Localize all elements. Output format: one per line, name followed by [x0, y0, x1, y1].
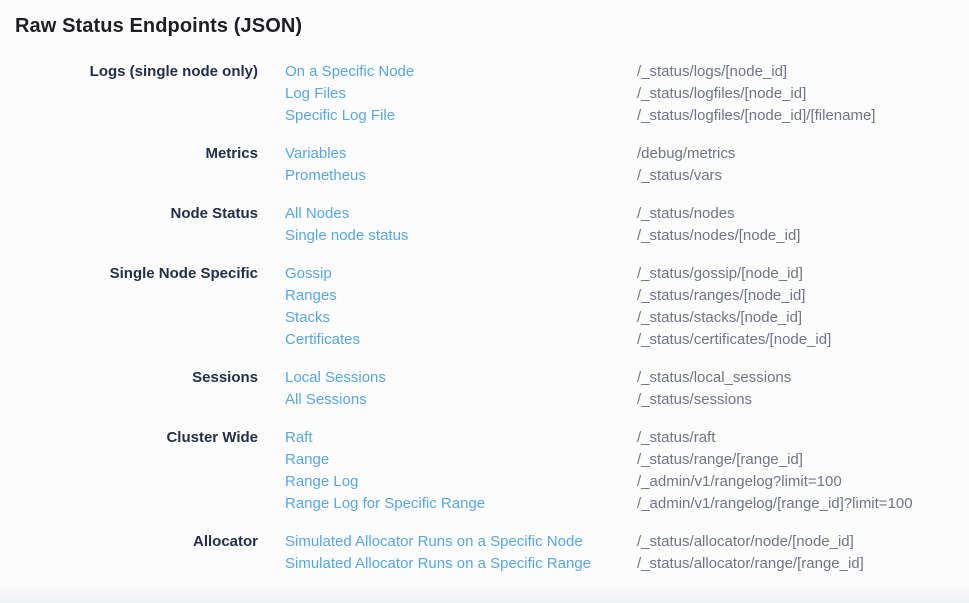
category-label: Single Node Specific — [0, 263, 258, 351]
endpoint-link[interactable]: Ranges — [285, 285, 337, 307]
endpoint-link[interactable]: On a Specific Node — [285, 61, 414, 83]
endpoint-section-row: Single Node Specific GossipRangesStacksC… — [0, 263, 969, 351]
endpoint-sections: Logs (single node only) On a Specific No… — [0, 61, 969, 575]
links-column: Simulated Allocator Runs on a Specific N… — [285, 531, 610, 575]
endpoint-path: /_status/raft — [637, 427, 969, 449]
category-label: Metrics — [0, 143, 258, 187]
endpoint-path: /_status/ranges/[node_id] — [637, 285, 969, 307]
endpoint-link[interactable]: Simulated Allocator Runs on a Specific R… — [285, 553, 591, 575]
paths-column: /_status/raft/_status/range/[range_id]/_… — [637, 427, 969, 515]
endpoint-link[interactable]: Variables — [285, 143, 346, 165]
endpoint-path: /_status/nodes/[node_id] — [637, 225, 969, 247]
endpoint-link[interactable]: Simulated Allocator Runs on a Specific N… — [285, 531, 583, 553]
paths-column: /_status/local_sessions/_status/sessions — [637, 367, 969, 411]
endpoint-path: /_status/range/[range_id] — [637, 449, 969, 471]
endpoint-path: /_status/logs/[node_id] — [637, 61, 969, 83]
endpoint-link[interactable]: Gossip — [285, 263, 332, 285]
links-column: RaftRangeRange LogRange Log for Specific… — [285, 427, 610, 515]
links-column: Local SessionsAll Sessions — [285, 367, 610, 411]
endpoint-link[interactable]: Log Files — [285, 83, 346, 105]
endpoint-path: /_status/allocator/range/[range_id] — [637, 553, 969, 575]
endpoint-link[interactable]: All Nodes — [285, 203, 349, 225]
links-column: VariablesPrometheus — [285, 143, 610, 187]
links-column: All NodesSingle node status — [285, 203, 610, 247]
paths-column: /debug/metrics/_status/vars — [637, 143, 969, 187]
endpoint-link[interactable]: Single node status — [285, 225, 408, 247]
endpoint-link[interactable]: Range — [285, 449, 329, 471]
endpoint-path: /_status/certificates/[node_id] — [637, 329, 969, 351]
paths-column: /_status/allocator/node/[node_id]/_statu… — [637, 531, 969, 575]
category-label: Node Status — [0, 203, 258, 247]
category-label: Logs (single node only) — [0, 61, 258, 127]
endpoint-section-row: Logs (single node only) On a Specific No… — [0, 61, 969, 127]
paths-column: /_status/gossip/[node_id]/_status/ranges… — [637, 263, 969, 351]
endpoint-path: /_status/stacks/[node_id] — [637, 307, 969, 329]
endpoint-path: /_status/logfiles/[node_id] — [637, 83, 969, 105]
footer-strip — [0, 587, 969, 603]
endpoint-section-row: Sessions Local SessionsAll Sessions /_st… — [0, 367, 969, 411]
endpoint-section-row: Metrics VariablesPrometheus /debug/metri… — [0, 143, 969, 187]
endpoint-path: /_admin/v1/rangelog/[range_id]?limit=100 — [637, 493, 969, 515]
paths-column: /_status/nodes/_status/nodes/[node_id] — [637, 203, 969, 247]
endpoint-path: /_status/nodes — [637, 203, 969, 225]
endpoint-link[interactable]: Stacks — [285, 307, 330, 329]
endpoint-link[interactable]: Certificates — [285, 329, 360, 351]
category-label: Sessions — [0, 367, 258, 411]
endpoint-link[interactable]: Range Log — [285, 471, 358, 493]
category-label: Allocator — [0, 531, 258, 575]
endpoint-path: /_status/allocator/node/[node_id] — [637, 531, 969, 553]
endpoint-link[interactable]: All Sessions — [285, 389, 367, 411]
links-column: GossipRangesStacksCertificates — [285, 263, 610, 351]
endpoint-link[interactable]: Prometheus — [285, 165, 366, 187]
endpoint-path: /_status/gossip/[node_id] — [637, 263, 969, 285]
endpoint-section-row: Cluster Wide RaftRangeRange LogRange Log… — [0, 427, 969, 515]
endpoint-section-row: Node Status All NodesSingle node status … — [0, 203, 969, 247]
endpoint-link[interactable]: Local Sessions — [285, 367, 386, 389]
page-title: Raw Status Endpoints (JSON) — [0, 0, 969, 39]
endpoint-link[interactable]: Raft — [285, 427, 313, 449]
debug-page: Raw Status Endpoints (JSON) Logs (single… — [0, 0, 969, 603]
endpoint-path: /_status/sessions — [637, 389, 969, 411]
endpoint-path: /debug/metrics — [637, 143, 969, 165]
endpoint-path: /_admin/v1/rangelog?limit=100 — [637, 471, 969, 493]
endpoint-path: /_status/logfiles/[node_id]/[filename] — [637, 105, 969, 127]
endpoint-section-row: Allocator Simulated Allocator Runs on a … — [0, 531, 969, 575]
endpoint-link[interactable]: Range Log for Specific Range — [285, 493, 485, 515]
endpoint-link[interactable]: Specific Log File — [285, 105, 395, 127]
endpoint-path: /_status/vars — [637, 165, 969, 187]
links-column: On a Specific NodeLog FilesSpecific Log … — [285, 61, 610, 127]
paths-column: /_status/logs/[node_id]/_status/logfiles… — [637, 61, 969, 127]
endpoint-path: /_status/local_sessions — [637, 367, 969, 389]
category-label: Cluster Wide — [0, 427, 258, 515]
